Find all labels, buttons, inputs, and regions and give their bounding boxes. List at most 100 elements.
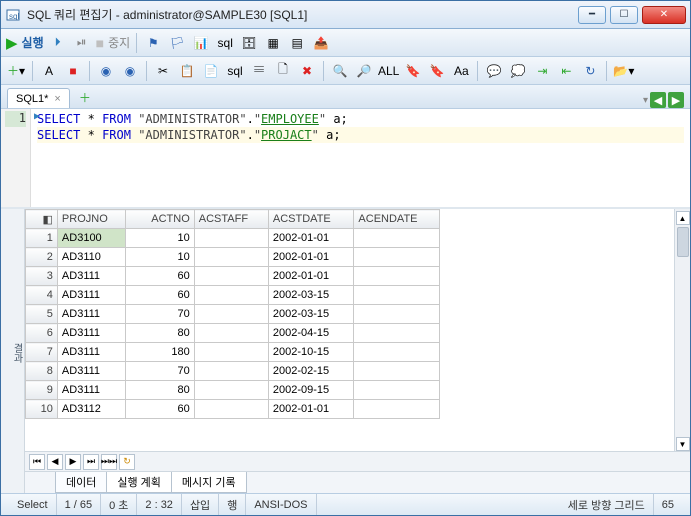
cell-acendate[interactable] — [354, 324, 440, 343]
cell-acendate[interactable] — [354, 400, 440, 419]
cell-acendate[interactable] — [354, 362, 440, 381]
table-row[interactable]: 6AD3111802002-04-15 — [26, 324, 440, 343]
cell-actno[interactable]: 80 — [126, 381, 194, 400]
cell-acendate[interactable] — [354, 286, 440, 305]
cell-actno[interactable]: 80 — [126, 324, 194, 343]
cell-projno[interactable]: AD3110 — [57, 248, 125, 267]
editor-content[interactable]: SELECT * FROM "ADMINISTRATOR"."EMPLOYEE"… — [31, 109, 690, 207]
cell-acstdate[interactable]: 2002-01-01 — [268, 248, 354, 267]
row-number[interactable]: 9 — [26, 381, 58, 400]
nav-last-button[interactable]: ⏭ — [83, 454, 99, 470]
nav-fetchall-button[interactable]: ⏭⏭ — [101, 454, 117, 470]
run-button[interactable]: ▶ 실행 — [5, 32, 45, 54]
flag-button[interactable]: ⚑ — [142, 32, 164, 54]
cell-acstaff[interactable] — [194, 324, 268, 343]
tab-messages[interactable]: 메시지 기록 — [171, 472, 247, 493]
maximize-button[interactable]: ☐ — [610, 6, 638, 24]
run-step-button[interactable]: ⏵ — [47, 32, 69, 54]
cell-acstdate[interactable]: 2002-01-01 — [268, 267, 354, 286]
close-button[interactable]: ✕ — [642, 6, 686, 24]
cell-actno[interactable]: 70 — [126, 362, 194, 381]
sql-editor[interactable]: 1 SELECT * FROM "ADMINISTRATOR"."EMPLOYE… — [1, 109, 690, 207]
row-number[interactable]: 3 — [26, 267, 58, 286]
bookmark-button[interactable]: 🔖 — [402, 60, 424, 82]
new-query-button[interactable]: ＋▾ — [5, 60, 27, 82]
row-number[interactable]: 4 — [26, 286, 58, 305]
col-header-projno[interactable]: PROJNO — [57, 210, 125, 229]
options-button[interactable]: 📂▾ — [612, 60, 635, 82]
grid-button[interactable]: ▦ — [262, 32, 284, 54]
find-button[interactable]: 🔍 — [329, 60, 351, 82]
back-button[interactable]: ◉ — [95, 60, 117, 82]
cell-acstdate[interactable]: 2002-10-15 — [268, 343, 354, 362]
indent-button[interactable]: ⇥ — [531, 60, 553, 82]
sql-format-button[interactable]: sql — [224, 60, 246, 82]
cell-acstaff[interactable] — [194, 400, 268, 419]
run-current-button[interactable]: ⏯ — [71, 32, 93, 54]
color-button[interactable]: ■ — [62, 60, 84, 82]
results-grid[interactable]: ◧ PROJNO ACTNO ACSTAFF ACSTDATE ACENDATE… — [25, 209, 674, 451]
table-row[interactable]: 9AD311180 2002-09-15 — [26, 381, 440, 400]
cut-button[interactable]: ✂ — [152, 60, 174, 82]
cell-projno[interactable]: AD3111 — [57, 324, 125, 343]
bookmark2-button[interactable]: 🔖 — [426, 60, 448, 82]
cell-acendate[interactable] — [354, 248, 440, 267]
cell-acstdate[interactable]: 2002-09-15 — [268, 381, 354, 400]
outdent-button[interactable]: ⇤ — [555, 60, 577, 82]
table-row[interactable]: 10AD3112602002-01-01 — [26, 400, 440, 419]
nav-refresh-button[interactable]: ↻ — [119, 454, 135, 470]
cell-acstaff[interactable] — [194, 362, 268, 381]
cell-acendate[interactable] — [354, 343, 440, 362]
cell-acstdate[interactable]: 2002-03-15 — [268, 305, 354, 324]
nav-first-button[interactable]: ⏮ — [29, 454, 45, 470]
cell-projno[interactable]: AD3111 — [57, 305, 125, 324]
cell-acstaff[interactable] — [194, 248, 268, 267]
table-button[interactable]: 𝄘 — [248, 60, 270, 82]
font-button[interactable]: A — [38, 60, 60, 82]
new-tab-button[interactable]: ＋ — [74, 86, 96, 108]
param-button[interactable]: 🏳 — [166, 32, 188, 54]
cell-projno[interactable]: AD3111 — [57, 381, 125, 400]
table-row[interactable]: 2AD3110102002-01-01 — [26, 248, 440, 267]
delete-button[interactable]: ✖ — [296, 60, 318, 82]
minimize-button[interactable]: ━ — [578, 6, 606, 24]
cell-projno[interactable]: AD3112 — [57, 400, 125, 419]
cell-actno[interactable]: 10 — [126, 229, 194, 248]
col-header-acstdate[interactable]: ACSTDATE — [268, 210, 354, 229]
cell-acendate[interactable] — [354, 305, 440, 324]
refresh-button[interactable]: ↻ — [579, 60, 601, 82]
cell-actno[interactable]: 60 — [126, 286, 194, 305]
cell-acstaff[interactable] — [194, 286, 268, 305]
cell-projno[interactable]: AD3111 — [57, 267, 125, 286]
cell-acstdate[interactable]: 2002-02-15 — [268, 362, 354, 381]
newdoc-button[interactable]: 🗋 — [272, 60, 294, 82]
cell-actno[interactable]: 60 — [126, 400, 194, 419]
findnext-button[interactable]: 🔎 — [353, 60, 375, 82]
paste-button[interactable]: 📄 — [200, 60, 222, 82]
table-row[interactable]: 5AD3111702002-03-15 — [26, 305, 440, 324]
uncomment-button[interactable]: 💭 — [507, 60, 529, 82]
cell-acendate[interactable] — [354, 229, 440, 248]
vertical-scrollbar[interactable]: ▲ ▼ — [674, 209, 690, 451]
cell-projno[interactable]: AD3111 — [57, 286, 125, 305]
cell-projno[interactable]: AD3100 — [57, 229, 125, 248]
scroll-thumb[interactable] — [677, 227, 689, 257]
cell-acstdate[interactable]: 2002-01-01 — [268, 229, 354, 248]
cell-actno[interactable]: 10 — [126, 248, 194, 267]
history-button[interactable]: 🗄 — [238, 32, 260, 54]
cell-acendate[interactable] — [354, 267, 440, 286]
cell-actno[interactable]: 60 — [126, 267, 194, 286]
uppercase-button[interactable]: Aa — [450, 60, 472, 82]
scroll-up-icon[interactable]: ▲ — [676, 211, 690, 225]
cell-projno[interactable]: AD3111 — [57, 343, 125, 362]
tab-close-icon[interactable]: × — [54, 93, 60, 105]
chart-button[interactable]: ▤ — [286, 32, 308, 54]
nav-next-button[interactable]: ▶ — [65, 454, 81, 470]
corner-cell[interactable]: ◧ — [26, 210, 58, 229]
row-number[interactable]: 8 — [26, 362, 58, 381]
cell-acstaff[interactable] — [194, 305, 268, 324]
cell-acstaff[interactable] — [194, 343, 268, 362]
tab-plan[interactable]: 실행 계획 — [106, 472, 172, 493]
plan-button[interactable]: 📊 — [190, 32, 212, 54]
table-row[interactable]: 8AD3111702002-02-15 — [26, 362, 440, 381]
